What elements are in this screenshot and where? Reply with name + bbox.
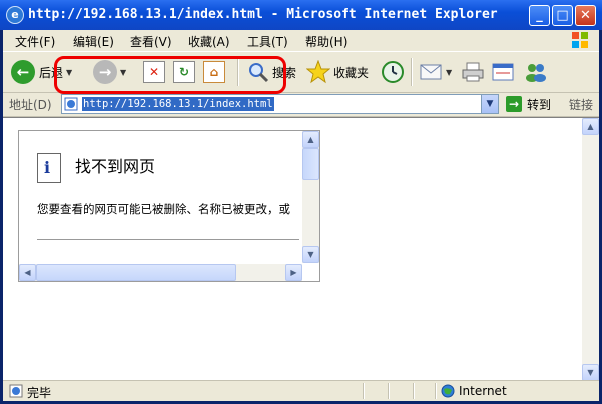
minimize-button[interactable]: _: [529, 5, 550, 26]
frame-vertical-scrollbar[interactable]: ▲ ▼: [302, 131, 319, 263]
scroll-thumb-vertical[interactable]: [302, 148, 319, 180]
scroll-up-button[interactable]: ▲: [302, 131, 319, 148]
scroll-left-button[interactable]: ◀: [19, 264, 36, 281]
maximize-button[interactable]: □: [552, 5, 573, 26]
go-label: 转到: [527, 97, 552, 112]
menu-help[interactable]: 帮助(H): [305, 33, 347, 50]
menu-view[interactable]: 查看(V): [130, 33, 172, 50]
page-scroll-down-button[interactable]: ▼: [582, 364, 599, 381]
mail-dropdown-icon[interactable]: ▼: [446, 68, 452, 77]
edit-button[interactable]: [491, 60, 515, 84]
address-input[interactable]: http://192.168.13.1/index.html ▼: [61, 94, 499, 114]
address-url[interactable]: http://192.168.13.1/index.html: [82, 97, 274, 111]
history-icon: [382, 61, 404, 83]
print-button[interactable]: [461, 60, 485, 84]
links-button[interactable]: 链接: [569, 96, 593, 113]
address-dropdown-button[interactable]: ▼: [481, 95, 498, 113]
address-highlight-annotation: [54, 56, 286, 94]
favorites-star-icon: [306, 60, 330, 84]
toolbar-separator: [411, 58, 413, 86]
window-title: http://192.168.13.1/index.html - Microso…: [28, 7, 498, 22]
favorites-button[interactable]: 收藏夹: [306, 60, 369, 84]
frame-horizontal-scrollbar[interactable]: ◀ ▶: [19, 264, 302, 281]
status-separator: [388, 383, 390, 399]
menu-file[interactable]: 文件(F): [15, 33, 55, 50]
mail-button[interactable]: ▼: [419, 60, 452, 84]
back-arrow-icon: ←: [11, 60, 35, 84]
address-label: 地址(D): [9, 98, 52, 112]
ie-logo-icon: e: [6, 6, 24, 24]
edit-icon: [492, 63, 514, 81]
page-scroll-up-button[interactable]: ▲: [582, 118, 599, 135]
menu-tools[interactable]: 工具(T): [247, 33, 288, 50]
security-zone-text: Internet: [459, 384, 507, 398]
scroll-thumb-horizontal[interactable]: [36, 264, 236, 281]
scroll-down-button[interactable]: ▼: [302, 246, 319, 263]
title-bar[interactable]: e http://192.168.13.1/index.html - Micro…: [0, 0, 602, 30]
mail-icon: [420, 64, 442, 80]
menu-favorites[interactable]: 收藏(A): [188, 33, 230, 50]
menu-edit[interactable]: 编辑(E): [73, 33, 114, 50]
page-vertical-scrollbar[interactable]: ▲ ▼: [582, 118, 599, 381]
status-text: 完毕: [27, 386, 52, 400]
address-bar: 地址(D) http://192.168.13.1/index.html ▼ →…: [3, 92, 599, 117]
info-icon: i: [37, 153, 61, 183]
ie-window: e http://192.168.13.1/index.html - Micro…: [0, 0, 602, 404]
done-page-icon: [9, 384, 23, 398]
status-separator: [435, 383, 437, 399]
error-message: 您要查看的网页可能已被删除、名称已被更改，或: [37, 202, 290, 216]
windows-flag-icon: [572, 32, 588, 48]
go-arrow-icon: →: [506, 96, 522, 112]
divider: [37, 239, 299, 240]
messenger-button[interactable]: [523, 60, 549, 84]
error-frame: i 找不到网页 您要查看的网页可能已被删除、名称已被更改，或 ▲ ▼ ◀ ▶: [18, 130, 320, 282]
status-separator: [413, 383, 415, 399]
close-button[interactable]: ✕: [575, 5, 596, 26]
scroll-right-button[interactable]: ▶: [285, 264, 302, 281]
menu-bar: 文件(F) 编辑(E) 查看(V) 收藏(A) 工具(T) 帮助(H): [3, 30, 599, 50]
favorites-label: 收藏夹: [333, 65, 370, 80]
page-content: i 找不到网页 您要查看的网页可能已被删除、名称已被更改，或 ▲ ▼ ◀ ▶ ▲…: [3, 117, 599, 381]
status-bar: 完毕 Internet: [3, 380, 599, 401]
status-separator: [363, 383, 365, 399]
error-title: 找不到网页: [75, 157, 156, 176]
go-button[interactable]: → 转到: [506, 94, 551, 114]
messenger-icon: [526, 64, 546, 82]
page-icon: [64, 97, 78, 111]
print-icon: [462, 62, 484, 82]
history-button[interactable]: [381, 60, 405, 84]
internet-globe-icon: [441, 384, 455, 398]
